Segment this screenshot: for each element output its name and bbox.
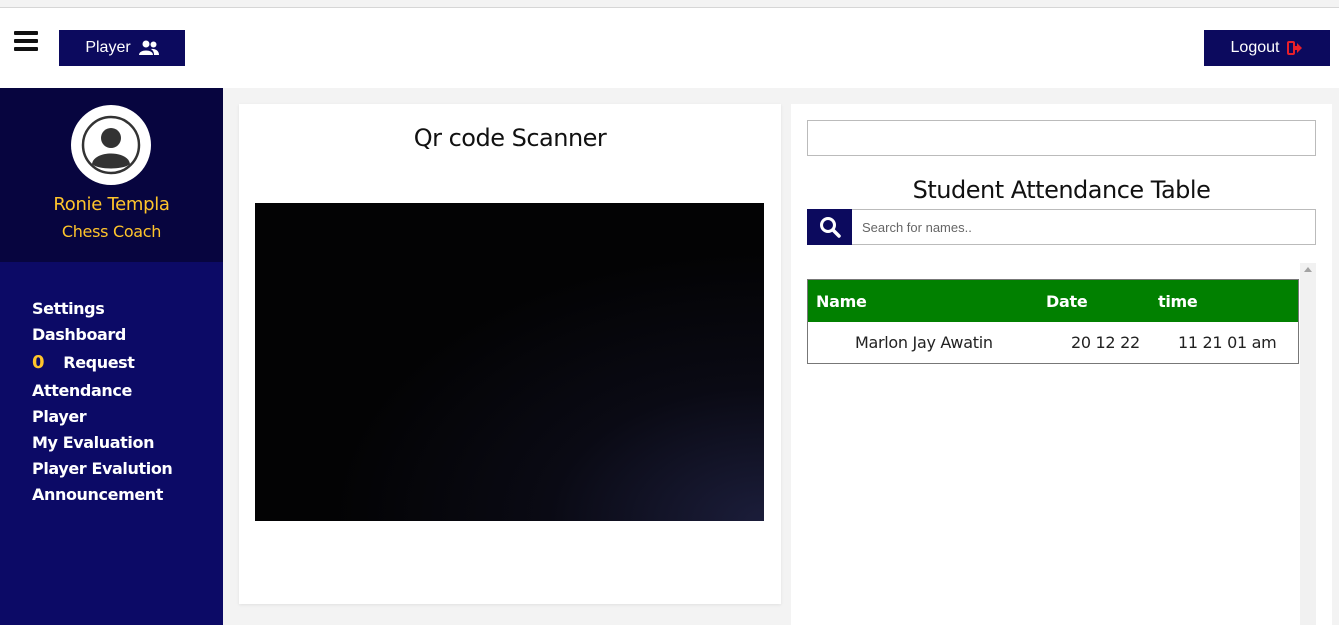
users-icon: [138, 40, 159, 55]
logout-button-label: Logout: [1230, 39, 1280, 56]
player-button-label: Player: [85, 39, 131, 56]
sidebar-item-my-evaluation[interactable]: My Evaluation: [32, 430, 172, 456]
avatar: [71, 105, 151, 185]
profile-card: Ronie Templa Chess Coach: [0, 88, 223, 262]
profile-name: Ronie Templa: [53, 194, 170, 215]
browser-top-strip: [0, 0, 1339, 8]
cell-time: 11 21 01 am: [1178, 333, 1277, 352]
player-button[interactable]: Player: [59, 30, 185, 66]
qr-scanner-panel: Qr code Scanner: [239, 104, 781, 604]
search-button[interactable]: [807, 209, 852, 245]
request-count-badge: 0: [32, 352, 45, 373]
column-header-name: Name: [816, 291, 867, 311]
sidebar-item-announcement[interactable]: Announcement: [32, 482, 172, 508]
sidebar-item-dashboard[interactable]: Dashboard: [32, 322, 172, 348]
search-bar: [807, 209, 1316, 245]
column-header-time: time: [1158, 291, 1198, 311]
cell-name: Marlon Jay Awatin: [855, 333, 993, 352]
table-row: Marlon Jay Awatin 20 12 22 11 21 01 am: [808, 322, 1298, 363]
hamburger-menu-icon[interactable]: [14, 31, 38, 51]
attendance-table-title: Student Attendance Table: [912, 176, 1211, 204]
top-header: Player Logout: [0, 8, 1339, 88]
attendance-panel: Student Attendance Table Name Date time …: [791, 104, 1332, 625]
profile-role: Chess Coach: [61, 222, 162, 241]
search-icon: [819, 217, 841, 238]
column-header-date: Date: [1046, 291, 1088, 311]
search-input[interactable]: [852, 209, 1316, 245]
attendance-table: Name Date time Marlon Jay Awatin 20 12 2…: [807, 279, 1299, 364]
sidebar-nav: Settings Dashboard 0 Request Attendance …: [32, 296, 173, 508]
cell-date: 20 12 22: [1071, 333, 1140, 352]
sign-out-icon: [1287, 41, 1303, 55]
logout-button[interactable]: Logout: [1204, 30, 1330, 66]
scan-result-input[interactable]: [807, 120, 1316, 156]
sidebar-item-settings[interactable]: Settings: [32, 296, 172, 322]
table-scrollbar[interactable]: [1300, 263, 1316, 625]
sidebar-item-label: Request: [63, 353, 135, 372]
camera-preview: [255, 203, 764, 521]
user-avatar-icon: [81, 115, 141, 175]
sidebar-item-request[interactable]: 0 Request: [32, 348, 172, 378]
sidebar: Ronie Templa Chess Coach Settings Dashbo…: [0, 88, 223, 625]
scanner-title: Qr code Scanner: [413, 124, 607, 152]
scroll-up-arrow-icon[interactable]: [1304, 267, 1312, 272]
sidebar-item-player-evalution[interactable]: Player Evalution: [32, 456, 173, 482]
sidebar-item-player[interactable]: Player: [32, 404, 172, 430]
sidebar-item-attendance[interactable]: Attendance: [32, 378, 172, 404]
table-header-row: Name Date time: [808, 280, 1298, 322]
